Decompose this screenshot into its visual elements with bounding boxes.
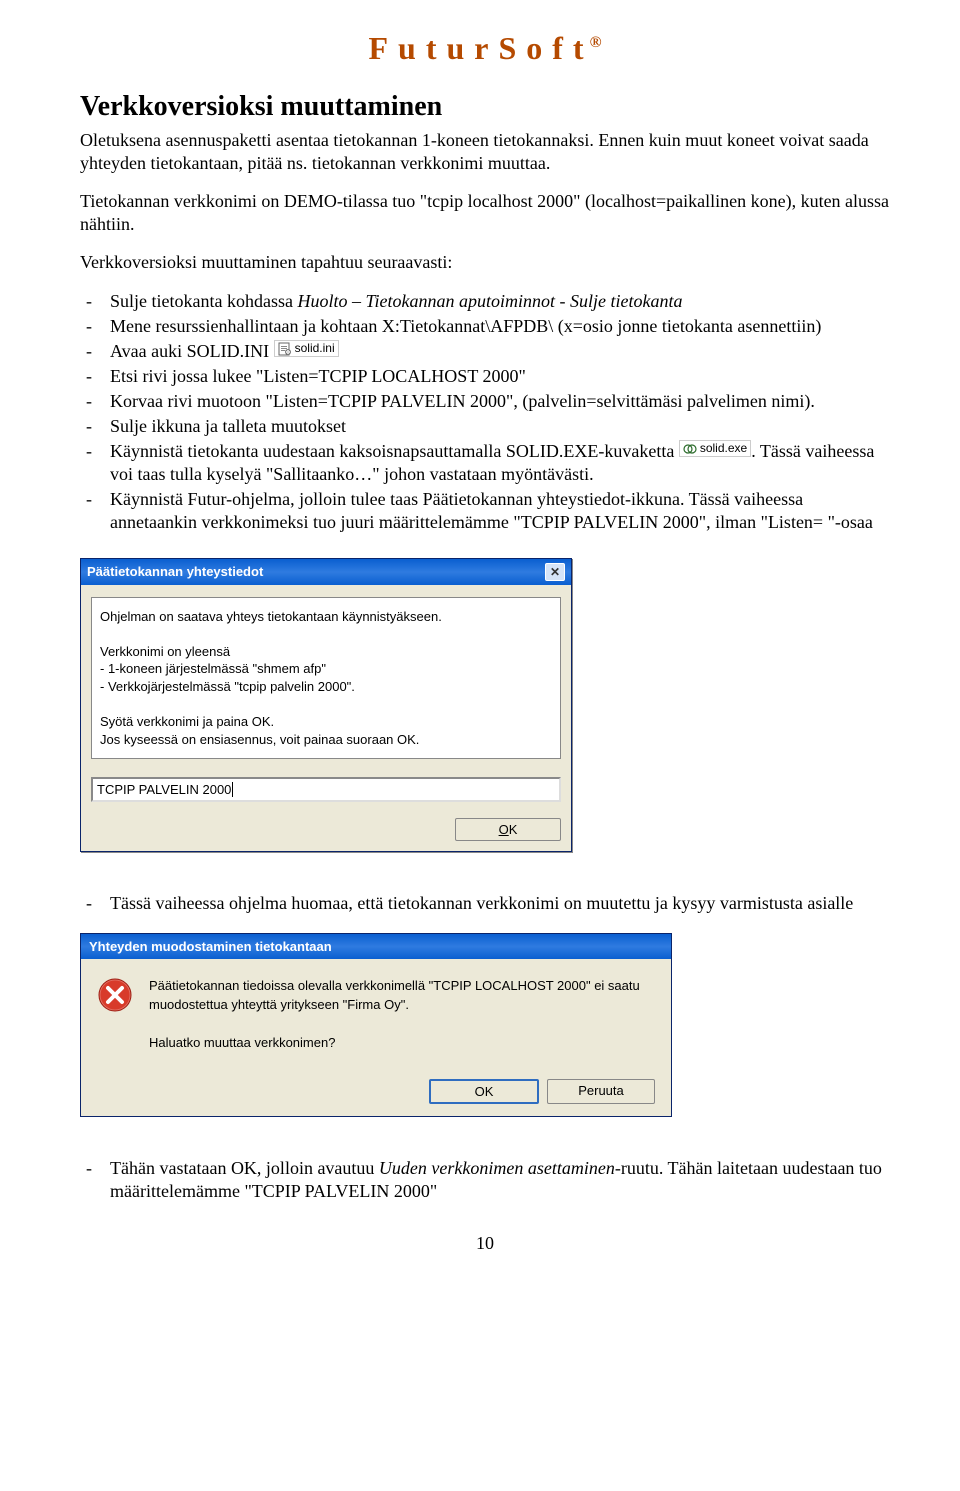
step-8: Käynnistä Futur-ohjelma, jolloin tulee t… [80,488,890,534]
dialog1-line4: - Verkkojärjestelmässä "tcpip palvelin 2… [100,678,552,696]
step-6: Sulje ikkuna ja talleta muutokset [80,415,890,438]
steps-list: Sulje tietokanta kohdassa Huolto – Tieto… [80,290,890,534]
after-d1-text: Tässä vaiheessa ohjelma huomaa, että tie… [80,892,890,915]
step-3: Avaa auki SOLID.INI solid.ini [80,340,890,363]
step-1: Sulje tietokanta kohdassa Huolto – Tieto… [80,290,890,313]
step-7-text-a: Käynnistä tietokanta uudestaan kaksoisna… [110,441,679,461]
after-dialog2-list: Tähän vastataan OK, jolloin avautuu Uude… [80,1157,890,1203]
network-name-input[interactable]: TCPIP PALVELIN 2000 [91,777,561,802]
dialog2-msg1: Päätietokannan tiedoissa olevalla verkko… [149,977,655,1015]
step-5: Korvaa rivi muotoon "Listen=TCPIP PALVEL… [80,390,890,413]
intro-paragraph-2: Tietokannan verkkonimi on DEMO-tilassa t… [80,190,890,235]
ini-file-icon [278,342,292,356]
dialog1-message-panel: Ohjelman on saatava yhteys tietokantaan … [91,597,561,759]
dialog1-line3: - 1-koneen järjestelmässä "shmem afp" [100,660,552,678]
step-1-emph: Huolto – Tietokannan aputoiminnot - Sulj… [297,291,682,311]
step-4: Etsi rivi jossa lukee "Listen=TCPIP LOCA… [80,365,890,388]
dialog2-title: Yhteyden muodostaminen tietokantaan [89,939,332,954]
dialog1-line6: Jos kyseessä on ensiasennus, voit painaa… [100,731,552,749]
brand-header: FuturSoft® [80,30,890,67]
step-1-text: Sulje tietokanta kohdassa [110,291,297,311]
dialog1-title: Päätietokannan yhteystiedot [87,564,263,579]
page-number: 10 [80,1233,890,1254]
cancel-button[interactable]: Peruuta [547,1079,655,1104]
dialog-connection-info: Päätietokannan yhteystiedot ✕ Ohjelman o… [80,558,572,852]
brand-text: FuturSoft [368,30,593,66]
dialog2-titlebar: Yhteyden muodostaminen tietokantaan [81,934,671,959]
step-3-text: Avaa auki SOLID.INI [110,341,269,361]
close-icon[interactable]: ✕ [545,563,565,581]
dialog1-line5: Syötä verkkonimi ja paina OK. [100,713,552,731]
step-2: Mene resurssienhallintaan ja kohtaan X:T… [80,315,890,338]
brand-trademark: ® [590,34,602,51]
dialog1-titlebar: Päätietokannan yhteystiedot ✕ [81,559,571,585]
after-d2-text: Tähän vastataan OK, jolloin avautuu Uude… [80,1157,890,1203]
dialog1-line2: Verkkonimi on yleensä [100,643,552,661]
intro-paragraph-3: Verkkoversioksi muuttaminen tapahtuu seu… [80,251,890,274]
dialog-connection-error: Yhteyden muodostaminen tietokantaan Päät… [80,933,672,1116]
ok-mnemonic: O [499,822,509,837]
solid-ini-file-icon: solid.ini [274,340,339,357]
intro-paragraph-1: Oletuksena asennuspaketti asentaa tietok… [80,129,890,174]
input-value: TCPIP PALVELIN 2000 [97,782,231,797]
text-caret [232,782,237,797]
exe-file-icon [683,442,697,456]
solid-exe-label: solid.exe [700,441,747,456]
ok-rest: K [509,822,518,837]
after-d2-emph: Uuden verkkonimen asettaminen [379,1158,615,1178]
dialog2-message: Päätietokannan tiedoissa olevalla verkko… [149,977,655,1052]
ok-button[interactable]: OK [429,1079,539,1104]
after-d2-a: Tähän vastataan OK, jolloin avautuu [110,1158,379,1178]
solid-exe-file-icon: solid.exe [679,440,751,457]
after-dialog1-list: Tässä vaiheessa ohjelma huomaa, että tie… [80,892,890,915]
dialog1-line1: Ohjelman on saatava yhteys tietokantaan … [100,608,552,626]
step-7: Käynnistä tietokanta uudestaan kaksoisna… [80,440,890,486]
page-title: Verkkoversioksi muuttaminen [80,91,890,123]
error-icon [97,977,133,1013]
dialog2-msg2: Haluatko muuttaa verkkonimen? [149,1034,655,1053]
solid-ini-label: solid.ini [295,341,335,356]
ok-button[interactable]: OK [455,818,561,841]
